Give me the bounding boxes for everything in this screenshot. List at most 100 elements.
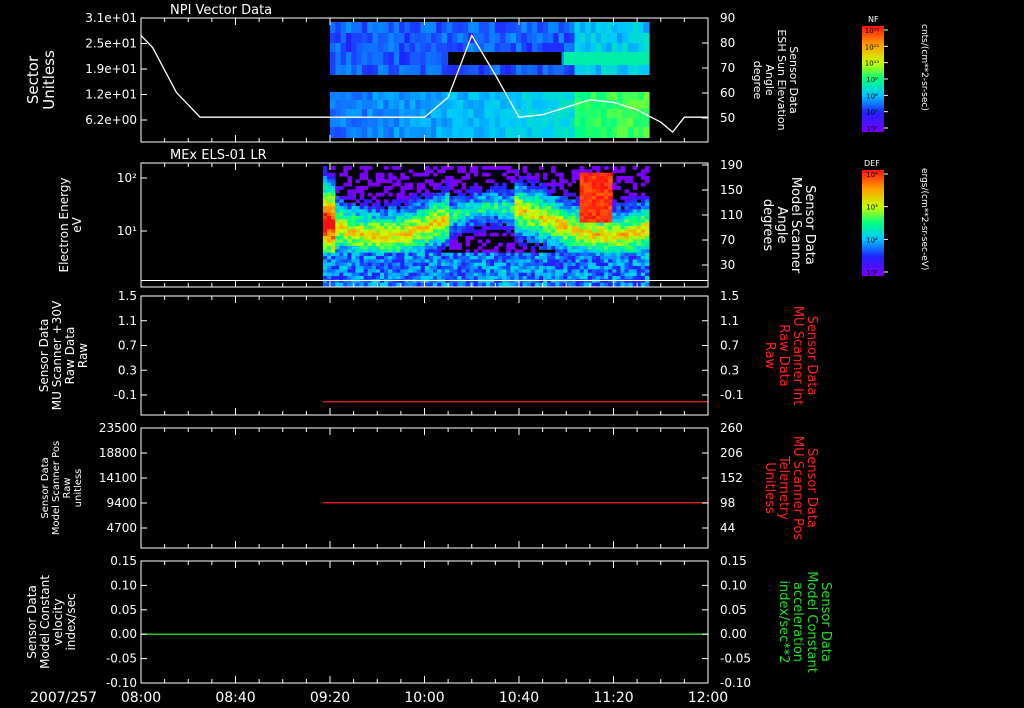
npi-cell xyxy=(340,118,347,127)
els-cell xyxy=(441,196,446,200)
els-cell xyxy=(583,232,589,237)
npi-cell xyxy=(585,65,592,75)
els-cell xyxy=(595,196,601,200)
npi-cell xyxy=(335,22,342,33)
els-cell xyxy=(587,232,593,237)
els-cell xyxy=(473,249,479,254)
els-cell xyxy=(636,272,642,277)
npi-cell xyxy=(553,127,560,138)
els-cell xyxy=(595,219,601,224)
els-cell xyxy=(555,199,560,204)
npi-cell xyxy=(585,22,592,33)
els-cell xyxy=(591,172,597,177)
els-cell xyxy=(534,209,540,214)
els-cell xyxy=(624,276,630,280)
els-cell xyxy=(534,199,540,204)
els-cell xyxy=(449,182,454,187)
npi-cell xyxy=(563,52,570,65)
els-cell xyxy=(420,272,426,277)
npi-cell xyxy=(526,92,533,100)
els-cell xyxy=(363,236,369,240)
els-cell xyxy=(379,236,385,240)
els-cell xyxy=(428,246,434,250)
els-cell xyxy=(559,216,564,220)
els-cell xyxy=(424,252,430,257)
els-cell xyxy=(359,269,365,274)
els-cell xyxy=(620,176,625,180)
els-cell xyxy=(375,236,381,240)
els-cell xyxy=(608,209,613,214)
npi-cell xyxy=(643,118,650,127)
els-cell xyxy=(518,189,524,194)
els-cell xyxy=(563,252,568,257)
els-cell xyxy=(506,246,511,250)
els-cell xyxy=(616,229,621,234)
els-cell xyxy=(367,192,373,197)
els-cell xyxy=(335,236,340,240)
els-cell xyxy=(408,256,414,260)
els-cell xyxy=(473,192,479,197)
npi-cell xyxy=(617,118,623,127)
els-cell xyxy=(506,219,511,224)
els-cell xyxy=(359,259,365,264)
els-cell xyxy=(428,222,434,227)
els-cell xyxy=(347,182,352,187)
els-cell xyxy=(547,189,552,194)
els-cell xyxy=(322,232,328,237)
els-cell xyxy=(457,276,462,280)
els-cell xyxy=(571,276,577,280)
els-cell xyxy=(404,206,409,210)
els-cell xyxy=(583,192,589,197)
npi-cell xyxy=(643,22,650,33)
left-axis-label: Electron Energy xyxy=(57,177,71,272)
npi-cell xyxy=(468,100,475,109)
els-cell xyxy=(522,269,528,274)
els-cell xyxy=(534,232,540,237)
els-cell xyxy=(644,226,650,230)
els-cell xyxy=(473,182,479,187)
right-axis-label: degree xyxy=(751,61,764,100)
right-axis-label: Unitless xyxy=(762,462,777,514)
els-cell xyxy=(404,229,409,234)
npi-cell xyxy=(563,109,570,118)
els-cell xyxy=(506,206,511,210)
els-cell xyxy=(424,259,430,264)
els-cell xyxy=(526,259,532,264)
els-cell xyxy=(347,209,352,214)
npi-cell xyxy=(383,22,390,33)
npi-cell xyxy=(526,22,533,33)
els-cell xyxy=(347,266,352,270)
els-cell xyxy=(416,262,422,267)
npi-cell xyxy=(558,43,565,52)
els-cell xyxy=(490,212,495,217)
els-cell xyxy=(331,276,336,280)
els-cell xyxy=(424,172,430,177)
els-cell xyxy=(591,202,597,207)
els-cell xyxy=(628,216,634,220)
els-cell xyxy=(538,219,544,224)
els-cell xyxy=(343,236,348,240)
els-cell xyxy=(591,219,597,224)
els-cell xyxy=(498,282,503,287)
els-cell xyxy=(461,169,467,174)
right-axis-label: Angle xyxy=(774,207,789,244)
els-cell xyxy=(514,199,520,204)
els-cell xyxy=(339,249,344,254)
npi-cell xyxy=(601,118,608,127)
els-cell xyxy=(351,219,357,224)
npi-cell xyxy=(383,92,390,100)
els-cell xyxy=(604,222,609,227)
els-cell xyxy=(575,169,581,174)
els-cell xyxy=(432,249,438,254)
npi-cell xyxy=(632,127,639,138)
els-cell xyxy=(514,239,520,244)
els-cell xyxy=(547,262,552,267)
els-cell xyxy=(506,229,511,234)
els-cell xyxy=(379,269,385,274)
els-cell xyxy=(445,192,450,197)
els-cell xyxy=(547,282,552,287)
npi-cell xyxy=(627,118,634,127)
els-cell xyxy=(624,259,630,264)
els-cell xyxy=(559,186,564,190)
els-cell xyxy=(547,259,552,264)
